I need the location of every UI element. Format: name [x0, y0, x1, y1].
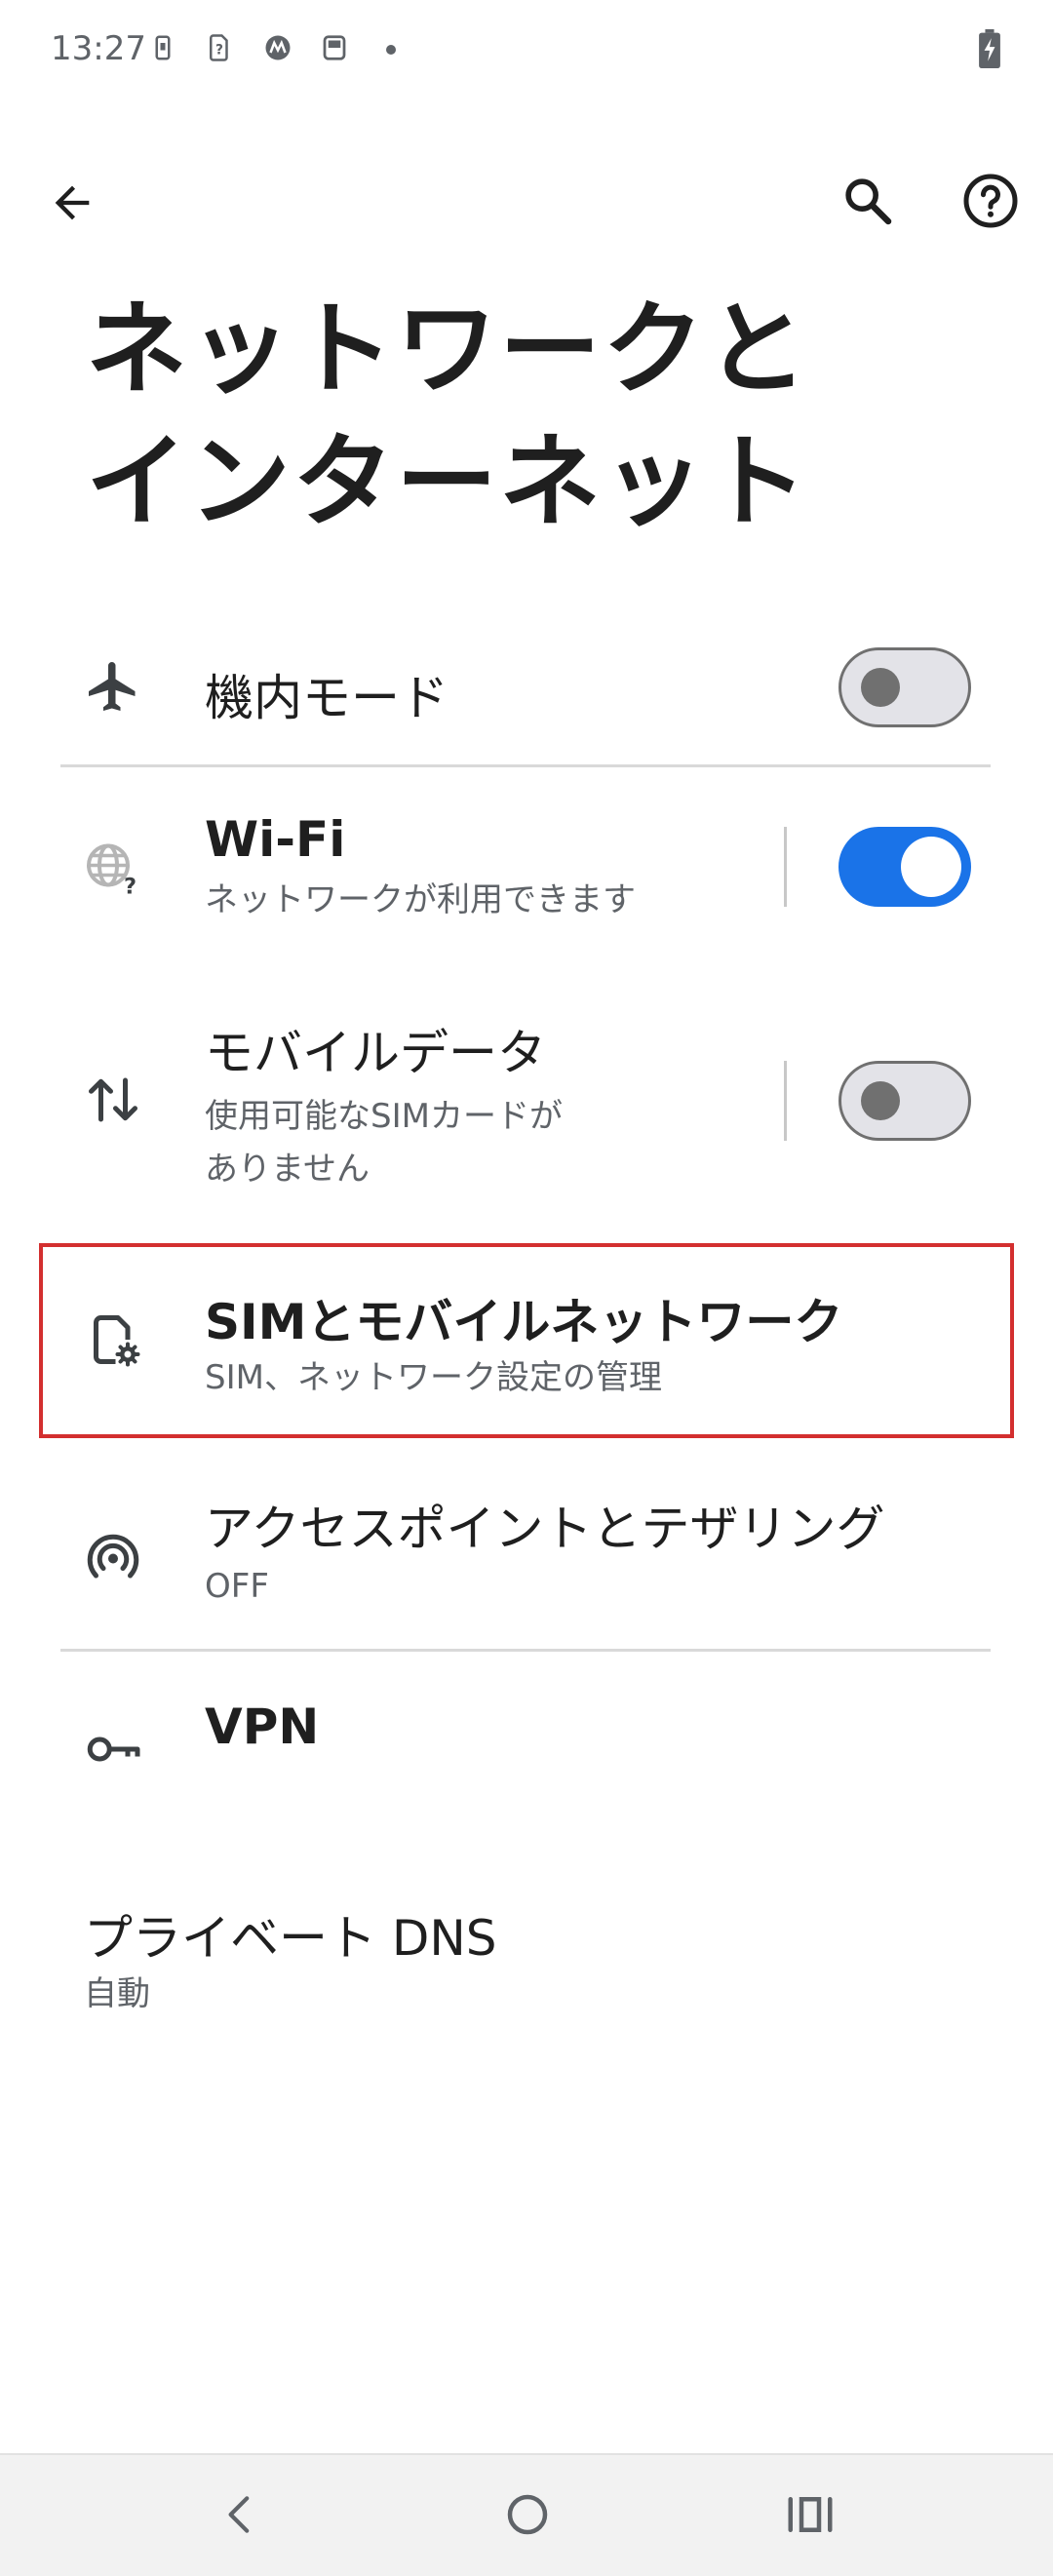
unknown-sim-icon: ?: [210, 34, 228, 61]
mobile-data-toggle[interactable]: [838, 1061, 971, 1141]
status-time: 13:27: [51, 29, 146, 68]
divider: [60, 1649, 991, 1652]
motorola-icon: [265, 35, 291, 60]
wifi-row[interactable]: ? Wi-Fi ネットワークが利用できます: [0, 780, 1053, 956]
private-dns-title: プライベート DNS: [84, 1910, 497, 1967]
help-button[interactable]: [952, 162, 1030, 240]
airplane-mode-title: 機内モード: [205, 670, 448, 726]
divider: [60, 764, 991, 767]
back-button[interactable]: [33, 164, 111, 242]
svg-text:?: ?: [124, 874, 136, 897]
page-title-line-1: ネットワークと: [86, 290, 810, 409]
hotspot-icon: [78, 1521, 148, 1591]
private-dns-row[interactable]: プライベート DNS 自動: [0, 1882, 1053, 2028]
mobile-data-row[interactable]: モバイルデータ 使用可能なSIMカードが ありません: [0, 1004, 1053, 1199]
hotspot-title: アクセスポイントとテザリング: [205, 1501, 885, 1557]
sim-network-row[interactable]: SIMとモバイルネットワーク SIM、ネットワーク設定の管理: [0, 1248, 1053, 1433]
sim-network-subtitle: SIM、ネットワーク設定の管理: [205, 1358, 662, 1397]
hotspot-subtitle: OFF: [205, 1567, 269, 1606]
mobile-data-subtitle-line-1: 使用可能なSIMカードが: [205, 1097, 563, 1136]
nav-back-icon[interactable]: [216, 2488, 265, 2541]
page-title-line-2: インターネット: [86, 422, 810, 541]
key-icon: [78, 1714, 148, 1784]
private-dns-subtitle: 自動: [84, 1974, 150, 2013]
wifi-title: Wi-Fi: [205, 811, 346, 868]
sim-notification-icon: [155, 35, 171, 60]
toggle-knob: [861, 1081, 900, 1120]
toggle-knob: [901, 837, 961, 897]
hotspot-row[interactable]: アクセスポイントとテザリング OFF: [0, 1472, 1053, 1628]
arrow-back-icon: [55, 185, 90, 220]
wifi-globe-icon: ?: [78, 833, 148, 903]
nav-home-icon[interactable]: [501, 2488, 554, 2541]
page-title: ネットワークと インターネット: [86, 283, 809, 548]
mobile-data-subtitle-line-2: ありません: [205, 1150, 370, 1189]
device-icon: [323, 35, 346, 60]
search-button[interactable]: [829, 162, 907, 240]
airplane-mode-toggle[interactable]: [838, 647, 971, 727]
more-notifications-dot: [386, 45, 396, 55]
toggle-separator: [784, 1061, 787, 1141]
sim-settings-icon: [78, 1305, 148, 1375]
svg-text:?: ?: [215, 42, 223, 58]
data-arrows-icon: [78, 1065, 148, 1135]
airplane-icon: [78, 651, 148, 722]
toggle-knob: [861, 668, 900, 707]
toggle-separator: [784, 827, 787, 907]
wifi-subtitle: ネットワークが利用できます: [205, 880, 636, 919]
vpn-row[interactable]: VPN: [0, 1663, 1053, 1810]
search-icon: [845, 178, 892, 225]
vpn-title: VPN: [205, 1698, 320, 1755]
airplane-mode-row[interactable]: 機内モード: [0, 624, 1053, 751]
nav-recents-icon[interactable]: [784, 2488, 837, 2541]
mobile-data-title: モバイルデータ: [205, 1025, 546, 1081]
sim-network-title: SIMとモバイルネットワーク: [205, 1294, 843, 1350]
wifi-toggle[interactable]: [838, 827, 971, 907]
navigation-bar: [0, 2453, 1053, 2576]
battery-charging-icon: [979, 29, 1000, 68]
help-icon: [963, 174, 1018, 228]
